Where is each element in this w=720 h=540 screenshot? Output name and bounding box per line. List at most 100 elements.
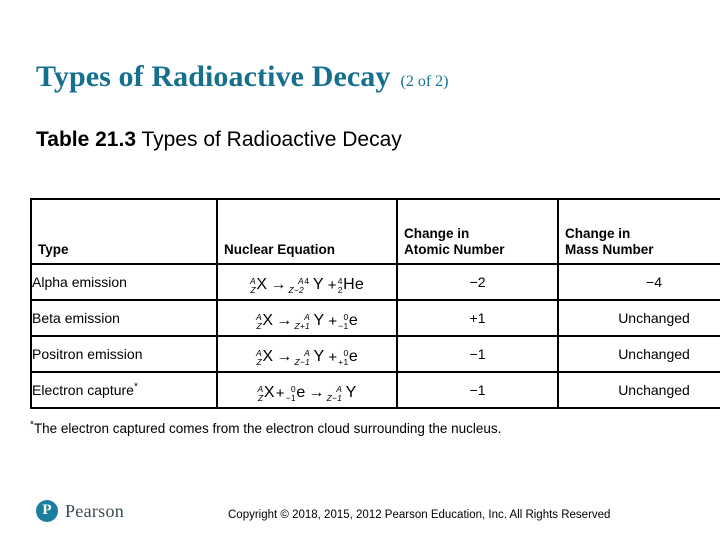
change-atomic-number-value: −1: [469, 346, 486, 362]
column-header-mass-number: Change in Mass Number: [557, 198, 720, 265]
nuclide-prefix: A Z+1: [294, 313, 309, 330]
table-header-row: Type Nuclear Equation Change in Atomic N…: [30, 198, 720, 265]
particle-symbol: e: [348, 348, 358, 365]
element-symbol: X: [256, 276, 268, 293]
cell-change-atomic-number: −2: [396, 263, 559, 301]
plus-operator: +: [328, 348, 338, 366]
nuclide-prefix: A Z−1: [294, 349, 309, 366]
decay-table-wrapper: Type Nuclear Equation Change in Atomic N…: [30, 198, 720, 409]
reaction-arrow: →: [276, 348, 293, 365]
nuclide-prefix: AZ: [258, 385, 264, 402]
element-symbol: Y: [312, 276, 324, 293]
atomic-number: 2: [337, 284, 343, 295]
reaction-arrow: →: [308, 384, 325, 401]
nuclide-prefix: AZ: [250, 277, 256, 294]
cell-nuclear-equation: A Z X → A Z−1 Y +0 +1 e: [216, 335, 398, 373]
nuclear-equation-beta: A Z X → A Z+1 Y +0 −1 e: [256, 312, 358, 331]
nuclide-prefix: A Z−1: [327, 385, 342, 402]
element-symbol: X: [262, 312, 274, 329]
decay-type-label: Alpha emission: [32, 274, 127, 290]
particle-symbol: e: [296, 384, 306, 401]
atomic-number: Z: [256, 356, 262, 367]
column-header-type: Type: [30, 198, 218, 265]
table-caption-label: Table 21.3: [36, 128, 136, 151]
reaction-arrow: →: [276, 312, 293, 329]
cell-decay-type: Positron emission: [30, 335, 218, 373]
column-header-nuclear-equation-label: Nuclear Equation: [224, 242, 336, 258]
table-row: Beta emission A Z X → A Z+1 Y +0 −1 e +1 Unchange…: [30, 299, 720, 337]
cell-change-mass-number: Unchanged: [557, 299, 720, 337]
plus-operator: +: [275, 384, 285, 402]
element-symbol: He: [343, 276, 364, 293]
cell-nuclear-equation: A Z X → A Z+1 Y +0 −1 e: [216, 299, 398, 337]
copyright-notice: Copyright © 2018, 2015, 2012 Pearson Edu…: [228, 509, 611, 521]
footnote-text: The electron captured comes from the ele…: [33, 421, 502, 436]
nuclide-prefix: 0 +1: [338, 349, 348, 366]
element-symbol: Y: [313, 348, 325, 365]
column-header-type-label: Type: [38, 242, 69, 258]
particle-symbol: e: [348, 312, 358, 329]
element-symbol: X: [262, 348, 274, 365]
column-header-mass-line2: Mass Number: [565, 242, 654, 258]
nuclide-prefix: AZ: [256, 313, 262, 330]
pearson-logo-text: Pearson: [65, 500, 125, 521]
cell-decay-type: Alpha emission: [30, 263, 218, 301]
atomic-number: Z−1: [326, 392, 343, 403]
table-header: Type Nuclear Equation Change in Atomic N…: [30, 198, 720, 265]
nuclear-equation-alpha: A Z X → A Z−2 4 Y +4 2 He: [250, 276, 364, 294]
page-title-suffix: (2 of 2): [400, 73, 449, 90]
nuclide-prefix: AZ: [256, 349, 262, 366]
cell-decay-type: Beta emission: [30, 299, 218, 337]
table-caption: Table 21.3 Types of Radioactive Decay: [36, 128, 402, 151]
atomic-number: Z: [250, 284, 256, 295]
atomic-number: Z−1: [294, 356, 310, 367]
column-header-atomic-line2: Atomic Number: [404, 242, 505, 258]
change-mass-number-value: Unchanged: [618, 310, 690, 326]
nuclear-equation-electron-capture: A Z X +0 −1 e → A Z−1 Y: [258, 384, 357, 402]
nuclide-prefix: 42: [338, 277, 343, 294]
element-symbol: Y: [313, 312, 325, 329]
table-row: Electron capture* A Z X +0 −1 e → A Z−1 Y −1 Unch…: [30, 371, 720, 409]
table-caption-title: Types of Radioactive Decay: [136, 128, 402, 151]
column-header-atomic-number: Change in Atomic Number: [396, 198, 559, 265]
atomic-number: +1: [338, 356, 349, 367]
page-title: Types of Radioactive Decay (2 of 2): [36, 62, 448, 92]
table-body: Alpha emission A Z X → A Z−2 4 Y +4 2 He −2 −4: [30, 263, 720, 409]
atomic-number: Z+1: [294, 320, 310, 331]
mass-delta: 4: [304, 277, 309, 294]
nuclide-prefix: A Z−2: [288, 277, 303, 294]
cell-nuclear-equation: A Z X +0 −1 e → A Z−1 Y: [216, 371, 398, 409]
plus-operator: +: [327, 276, 337, 294]
change-atomic-number-value: +1: [469, 310, 486, 326]
element-symbol: X: [263, 384, 275, 401]
radioactive-decay-table: Type Nuclear Equation Change in Atomic N…: [30, 198, 720, 409]
change-mass-number-value: Unchanged: [618, 382, 690, 398]
table-row: Positron emission A Z X → A Z−1 Y +0 +1 e −1 Unch…: [30, 335, 720, 373]
slide-canvas: Types of Radioactive Decay (2 of 2) Tabl…: [0, 0, 720, 540]
pearson-logo-icon: P: [36, 500, 58, 522]
cell-change-mass-number: −4: [557, 263, 720, 301]
column-header-atomic-line1: Change in: [404, 226, 470, 242]
atomic-number: Z: [257, 392, 264, 403]
decay-type-label: Electron capture: [32, 382, 134, 398]
decay-type-label: Positron emission: [32, 346, 143, 362]
change-mass-number-value: Unchanged: [618, 346, 690, 362]
page-title-text: Types of Radioactive Decay: [36, 60, 391, 93]
atomic-number: −1: [338, 320, 349, 331]
atomic-number: −1: [285, 392, 296, 403]
cell-nuclear-equation: A Z X → A Z−2 4 Y +4 2 He: [216, 263, 398, 301]
nuclide-prefix: 0 −1: [286, 385, 296, 402]
table-row: Alpha emission A Z X → A Z−2 4 Y +4 2 He −2 −4: [30, 263, 720, 301]
change-mass-number-value: −4: [646, 274, 662, 290]
plus-operator: +: [328, 312, 338, 330]
cell-change-atomic-number: −1: [396, 335, 559, 373]
change-atomic-number-value: −1: [469, 382, 486, 398]
element-symbol: Y: [345, 384, 357, 401]
decay-type-label: Beta emission: [32, 310, 120, 326]
cell-decay-type: Electron capture*: [30, 371, 218, 409]
change-atomic-number-value: −2: [469, 274, 486, 290]
cell-change-mass-number: Unchanged: [557, 335, 720, 373]
cell-change-atomic-number: −1: [396, 371, 559, 409]
pearson-logo: P Pearson: [36, 500, 124, 522]
pearson-logo-letter: P: [42, 502, 52, 518]
